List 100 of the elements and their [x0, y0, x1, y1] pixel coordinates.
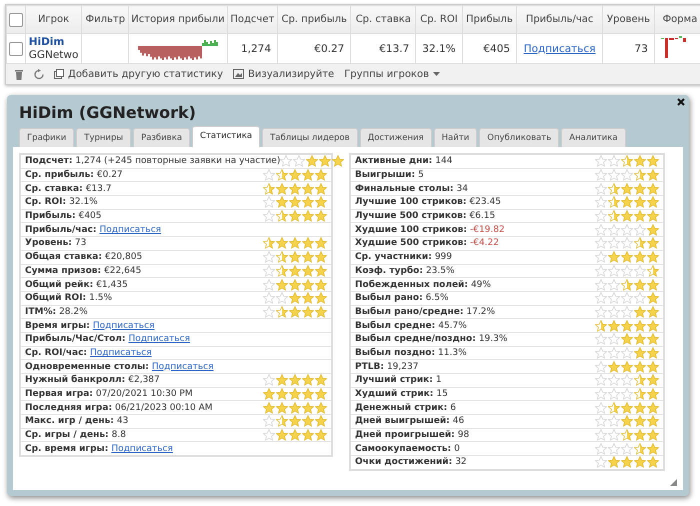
star-icon: [608, 210, 620, 222]
subscribe-link[interactable]: Подписаться: [152, 362, 214, 372]
stat-label: Последняя игра:: [25, 402, 112, 413]
stat-value: 06/21/2023 00:10 AM: [115, 402, 212, 413]
stat-label: Ср. игры / день:: [25, 430, 109, 440]
star-icon: [647, 278, 659, 291]
stat-label: Ср. ставка:: [25, 184, 83, 194]
player-groups-dropdown[interactable]: Группы игроков: [344, 68, 440, 80]
subscribe-link[interactable]: Подписаться: [128, 334, 190, 344]
stat-label: Лучшие 500 стриков:: [355, 211, 466, 222]
star-icon: [289, 169, 301, 182]
star-icon: [289, 278, 301, 291]
star-icon: [608, 224, 620, 236]
star-icon: [315, 169, 327, 182]
visualize-button[interactable]: Визуализируйте: [233, 68, 334, 80]
stat-label: Денежный стрик:: [355, 402, 448, 413]
star-icon: [647, 237, 659, 250]
copy-icon: [54, 69, 64, 79]
stat-label: Выбыл рано:: [355, 293, 423, 304]
tab[interactable]: Таблицы лидеров: [262, 128, 358, 147]
tab[interactable]: Графики: [19, 128, 74, 147]
star-icon: [302, 278, 314, 291]
subscribe-link[interactable]: Подписаться: [111, 444, 173, 454]
stat-label: Подсчет:: [25, 156, 72, 166]
dialog-title: HiDim (GGNetwork): [19, 103, 196, 124]
star-icon: [263, 429, 275, 442]
star-icon: [621, 360, 633, 373]
star-icon: [263, 210, 275, 222]
star-icon: [634, 306, 646, 318]
star-icon: [634, 278, 646, 291]
close-icon[interactable]: [677, 98, 685, 106]
star-icon: [647, 210, 659, 222]
star-icon: [280, 155, 292, 168]
tab[interactable]: Опубликовать: [479, 128, 560, 147]
select-all-checkbox[interactable]: [8, 12, 23, 26]
star-icon: [634, 237, 646, 250]
tab[interactable]: Достижения: [360, 128, 432, 147]
tab[interactable]: Разбивка: [133, 128, 190, 147]
star-icon: [608, 237, 620, 250]
star-icon: [608, 306, 620, 318]
star-icon: [647, 264, 659, 277]
stat-value: €6.15: [469, 211, 496, 222]
star-icon: [608, 251, 620, 264]
stat-label: Время игры:: [25, 320, 90, 331]
stat-value: €22,645: [104, 266, 142, 276]
star-icon: [595, 402, 607, 414]
resize-grip-icon[interactable]: [670, 479, 677, 486]
star-icon: [608, 182, 620, 195]
refresh-icon[interactable]: [34, 68, 44, 80]
star-icon: [263, 251, 275, 264]
stat-label: Нужный банкролл:: [25, 375, 126, 386]
trash-icon[interactable]: [14, 68, 24, 80]
star-icon: [634, 402, 646, 414]
stat-label: Ср. ROI/час:: [25, 348, 88, 358]
table-cell: €405: [483, 42, 510, 54]
star-icon: [315, 196, 327, 208]
star-icon: [634, 210, 646, 222]
star-icon: [608, 374, 620, 386]
stat-label: Ср. время игры:: [25, 444, 108, 454]
star-icon: [634, 374, 646, 386]
star-icon: [302, 196, 314, 208]
star-icon: [302, 388, 314, 400]
stat-label: Выбыл средне/поздно:: [355, 334, 476, 344]
star-icon: [276, 251, 288, 264]
subscribe-link[interactable]: Подписаться: [90, 348, 152, 358]
stat-label: Уровень:: [25, 238, 72, 248]
subscribe-link[interactable]: Подписаться: [99, 224, 162, 235]
stat-value: 45.7%: [438, 320, 467, 331]
star-icon: [276, 402, 288, 414]
tab[interactable]: Найти: [434, 128, 478, 147]
tab[interactable]: Аналитика: [561, 128, 626, 147]
row-checkbox[interactable]: [8, 42, 23, 56]
star-icon: [263, 415, 275, 428]
star-icon: [595, 155, 607, 168]
star-icon: [647, 306, 659, 318]
star-icon: [621, 169, 633, 182]
star-icon: [608, 388, 620, 400]
star-icon: [302, 237, 314, 250]
star-icon: [315, 182, 327, 195]
stat-value: 43: [116, 416, 128, 426]
star-icon: [276, 388, 288, 400]
stat-value: €405: [78, 211, 102, 222]
star-icon: [276, 264, 288, 277]
stat-label: Первая игра:: [25, 389, 93, 400]
stat-label: Побежденных полей:: [355, 280, 468, 290]
star-icon: [276, 210, 288, 222]
player-name[interactable]: HiDim: [28, 36, 78, 48]
star-icon: [634, 292, 646, 304]
subscribe-link[interactable]: Подписаться: [92, 320, 154, 331]
stat-value: 1.5%: [89, 293, 112, 304]
star-icon: [608, 415, 620, 428]
add-stat-button[interactable]: Добавить другую статистику: [54, 68, 224, 80]
tab[interactable]: Статистика: [192, 126, 260, 147]
stat-value: 32.1%: [69, 197, 98, 208]
star-icon: [647, 196, 659, 208]
star-icon: [608, 320, 620, 332]
stat-label: Прибыль/час:: [25, 224, 96, 235]
tab[interactable]: Турниры: [76, 128, 132, 147]
star-icon: [595, 360, 607, 373]
star-icon: [302, 264, 314, 277]
